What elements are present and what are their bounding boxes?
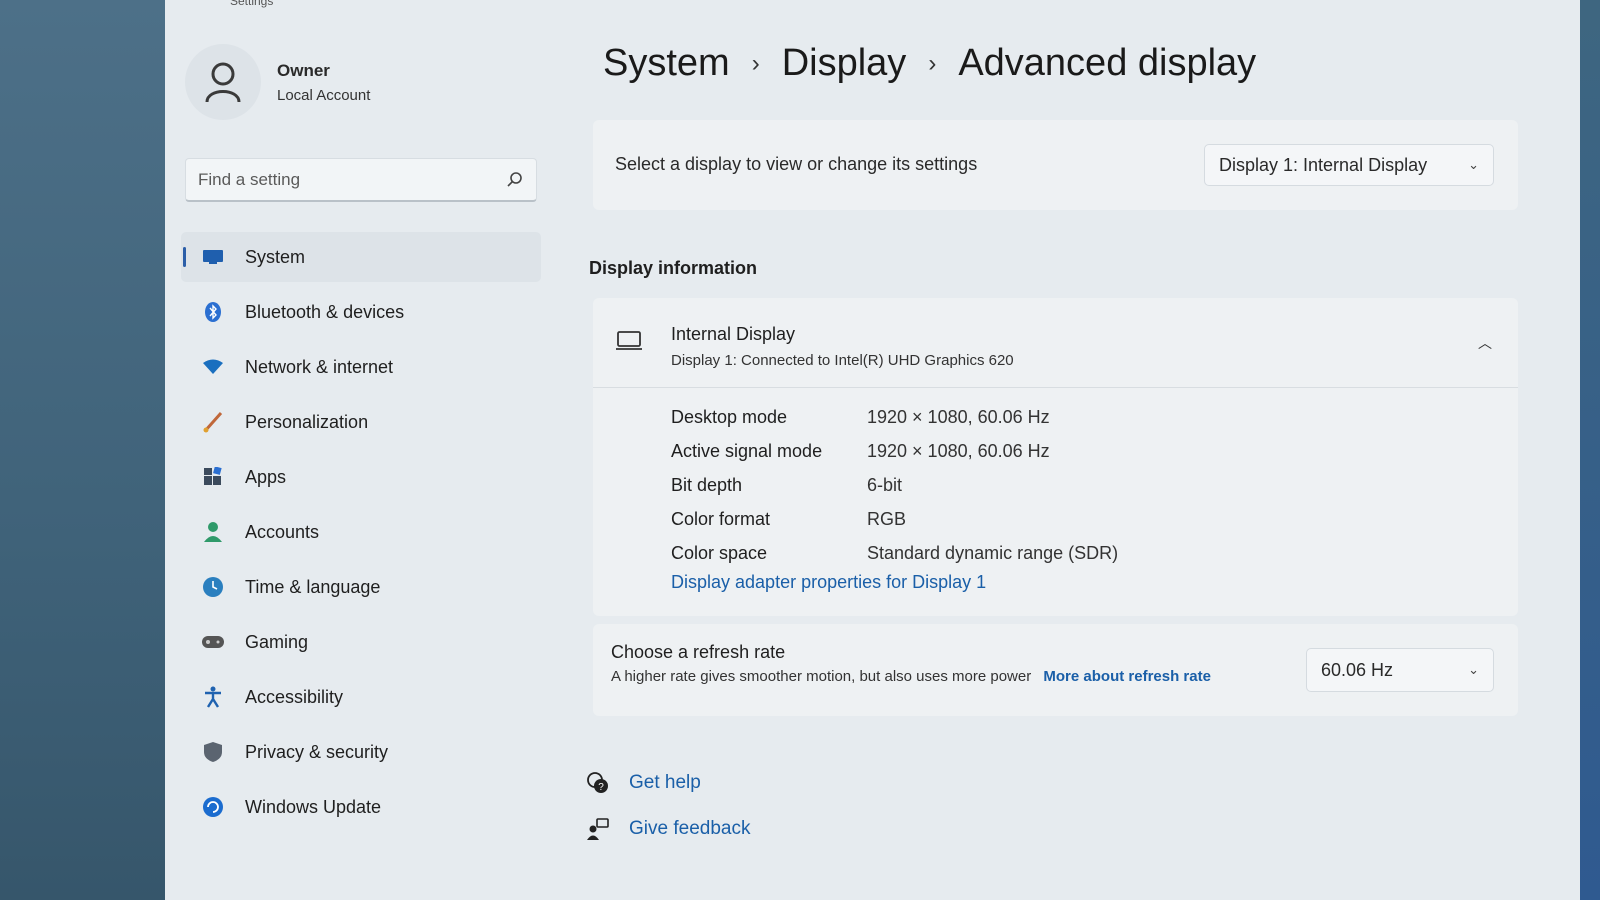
sidebar-item-windows-update[interactable]: Windows Update bbox=[181, 782, 541, 832]
bluetooth-icon bbox=[201, 300, 225, 324]
sidebar-item-gaming[interactable]: Gaming bbox=[181, 617, 541, 667]
profile-name: Owner bbox=[277, 60, 330, 80]
info-row: Color space Standard dynamic range (SDR) bbox=[671, 536, 1118, 570]
info-value: RGB bbox=[867, 508, 907, 529]
search-box bbox=[185, 158, 537, 202]
monitor-icon bbox=[201, 245, 225, 269]
sidebar-item-system[interactable]: System bbox=[181, 232, 541, 282]
display-select-label: Select a display to view or change its s… bbox=[615, 154, 978, 174]
page-title: Advanced display bbox=[958, 42, 1257, 84]
info-value: 1920 × 1080, 60.06 Hz bbox=[867, 440, 1050, 461]
window-title: Settings bbox=[230, 0, 274, 8]
update-icon bbox=[201, 795, 225, 819]
shield-icon bbox=[201, 740, 225, 764]
laptop-icon bbox=[616, 331, 642, 350]
feedback-icon bbox=[585, 817, 611, 841]
chevron-down-icon: ⌄ bbox=[1468, 662, 1479, 677]
wifi-icon bbox=[201, 355, 225, 379]
refresh-rate-description: A higher rate gives smoother motion, but… bbox=[611, 668, 1032, 685]
sidebar-item-accounts[interactable]: Accounts bbox=[181, 507, 541, 557]
sidebar-item-label: Privacy & security bbox=[245, 741, 389, 762]
chevron-right-icon: › bbox=[751, 49, 760, 77]
breadcrumb: System › Display › Advanced display bbox=[603, 42, 1256, 85]
footer-links: ? Get help Give feedback bbox=[585, 760, 750, 852]
refresh-rate-card: Choose a refresh rate A higher rate give… bbox=[593, 624, 1518, 716]
info-key: Color space bbox=[671, 542, 768, 563]
info-row: Bit depth 6-bit bbox=[671, 468, 1118, 502]
info-key: Desktop mode bbox=[671, 406, 788, 427]
display-connection: Display 1: Connected to Intel(R) UHD Gra… bbox=[671, 352, 1014, 369]
refresh-rate-dropdown[interactable]: 60.06 Hz ⌄ bbox=[1306, 648, 1494, 692]
refresh-rate-value: 60.06 Hz bbox=[1321, 659, 1394, 680]
info-row: Active signal mode 1920 × 1080, 60.06 Hz bbox=[671, 434, 1118, 468]
give-feedback-link[interactable]: Give feedback bbox=[585, 806, 750, 852]
adapter-properties-link[interactable]: Display adapter properties for Display 1 bbox=[671, 572, 986, 593]
info-value: Standard dynamic range (SDR) bbox=[867, 542, 1119, 563]
sidebar-item-label: Apps bbox=[245, 466, 287, 487]
refresh-rate-link[interactable]: More about refresh rate bbox=[1043, 668, 1211, 685]
person-icon bbox=[201, 520, 225, 544]
sidebar-item-label: Bluetooth & devices bbox=[245, 301, 405, 322]
accessibility-icon bbox=[201, 685, 225, 709]
sidebar-item-label: Time & language bbox=[245, 576, 381, 597]
screen-bezel-left bbox=[0, 0, 165, 900]
sidebar-item-network[interactable]: Network & internet bbox=[181, 342, 541, 392]
brush-icon bbox=[201, 410, 225, 434]
give-feedback-label: Give feedback bbox=[629, 818, 751, 839]
sidebar-item-personalization[interactable]: Personalization bbox=[181, 397, 541, 447]
sidebar-item-bluetooth[interactable]: Bluetooth & devices bbox=[181, 287, 541, 337]
sidebar-nav: System Bluetooth & devices Network & int… bbox=[181, 232, 541, 837]
sidebar-item-label: Network & internet bbox=[245, 356, 394, 377]
sidebar-item-apps[interactable]: Apps bbox=[181, 452, 541, 502]
info-value: 6-bit bbox=[867, 474, 903, 495]
info-key: Color format bbox=[671, 508, 771, 529]
profile-account-type: Local Account bbox=[277, 86, 371, 104]
sidebar-item-label: System bbox=[245, 246, 306, 267]
display-select-card: Select a display to view or change its s… bbox=[593, 120, 1518, 210]
gamepad-icon bbox=[201, 630, 225, 654]
breadcrumb-display[interactable]: Display bbox=[782, 42, 907, 85]
display-name: Internal Display bbox=[671, 324, 796, 344]
globe-clock-icon bbox=[201, 575, 225, 599]
sidebar-item-accessibility[interactable]: Accessibility bbox=[181, 672, 541, 722]
display-dropdown-value: Display 1: Internal Display bbox=[1219, 154, 1428, 175]
display-info-card: Internal Display Display 1: Connected to… bbox=[593, 298, 1518, 616]
avatar bbox=[185, 44, 261, 120]
sidebar-item-privacy[interactable]: Privacy & security bbox=[181, 727, 541, 777]
apps-icon bbox=[201, 465, 225, 489]
chevron-right-icon: › bbox=[928, 49, 937, 77]
screen-bezel-right bbox=[1580, 0, 1600, 900]
sidebar-item-label: Gaming bbox=[245, 631, 309, 652]
get-help-link[interactable]: ? Get help bbox=[585, 760, 750, 806]
search-input[interactable] bbox=[198, 169, 506, 190]
section-title: Display information bbox=[589, 258, 758, 278]
refresh-rate-title: Choose a refresh rate bbox=[611, 642, 786, 662]
info-value: 1920 × 1080, 60.06 Hz bbox=[867, 406, 1050, 427]
sidebar-item-label: Accounts bbox=[245, 521, 320, 542]
info-key: Bit depth bbox=[671, 474, 743, 495]
sidebar-item-label: Personalization bbox=[245, 411, 369, 432]
sidebar-item-label: Windows Update bbox=[245, 796, 382, 817]
help-icon: ? bbox=[585, 771, 611, 795]
display-info-rows: Desktop mode 1920 × 1080, 60.06 Hz Activ… bbox=[671, 400, 1118, 570]
get-help-label: Get help bbox=[629, 772, 701, 793]
info-row: Color format RGB bbox=[671, 502, 1118, 536]
sidebar-item-time-language[interactable]: Time & language bbox=[181, 562, 541, 612]
search-icon[interactable] bbox=[506, 171, 524, 189]
sidebar-item-label: Accessibility bbox=[245, 686, 344, 707]
refresh-rate-description-row: A higher rate gives smoother motion, but… bbox=[611, 668, 1211, 685]
info-key: Active signal mode bbox=[671, 440, 823, 461]
display-info-header[interactable]: Internal Display Display 1: Connected to… bbox=[593, 298, 1518, 388]
person-icon bbox=[205, 62, 241, 103]
svg-text:?: ? bbox=[598, 782, 604, 793]
user-profile[interactable]: Owner Local Account bbox=[185, 44, 370, 120]
display-dropdown[interactable]: Display 1: Internal Display ⌄ bbox=[1204, 144, 1494, 186]
chevron-down-icon: ⌄ bbox=[1468, 157, 1479, 172]
breadcrumb-system[interactable]: System bbox=[603, 42, 730, 85]
info-row: Desktop mode 1920 × 1080, 60.06 Hz bbox=[671, 400, 1118, 434]
settings-window: Settings Owner Local Account System bbox=[165, 0, 1580, 900]
chevron-up-icon[interactable]: ︿ bbox=[1474, 332, 1496, 354]
